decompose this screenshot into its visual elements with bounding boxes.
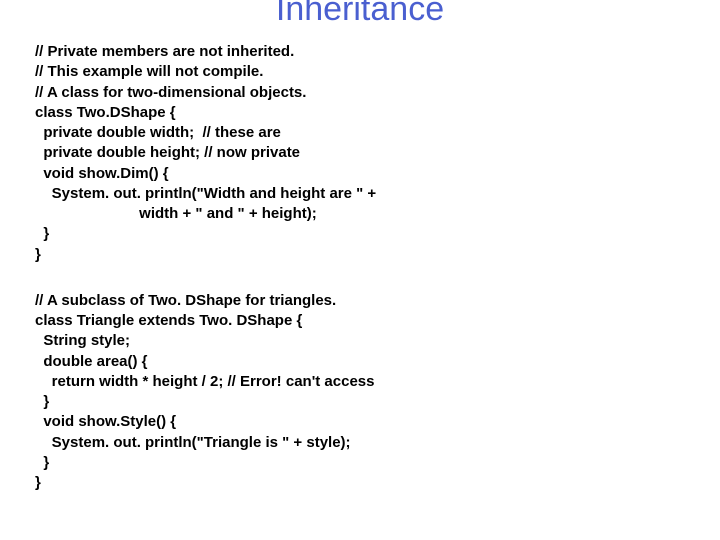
page-title: Inheritance	[35, 0, 685, 26]
code-block-2: // A subclass of Two. DShape for triangl…	[35, 291, 685, 494]
code-block-1: // Private members are not inherited. //…	[35, 42, 685, 265]
code-gap	[35, 265, 685, 283]
slide: Inheritance // Private members are not i…	[0, 0, 720, 540]
